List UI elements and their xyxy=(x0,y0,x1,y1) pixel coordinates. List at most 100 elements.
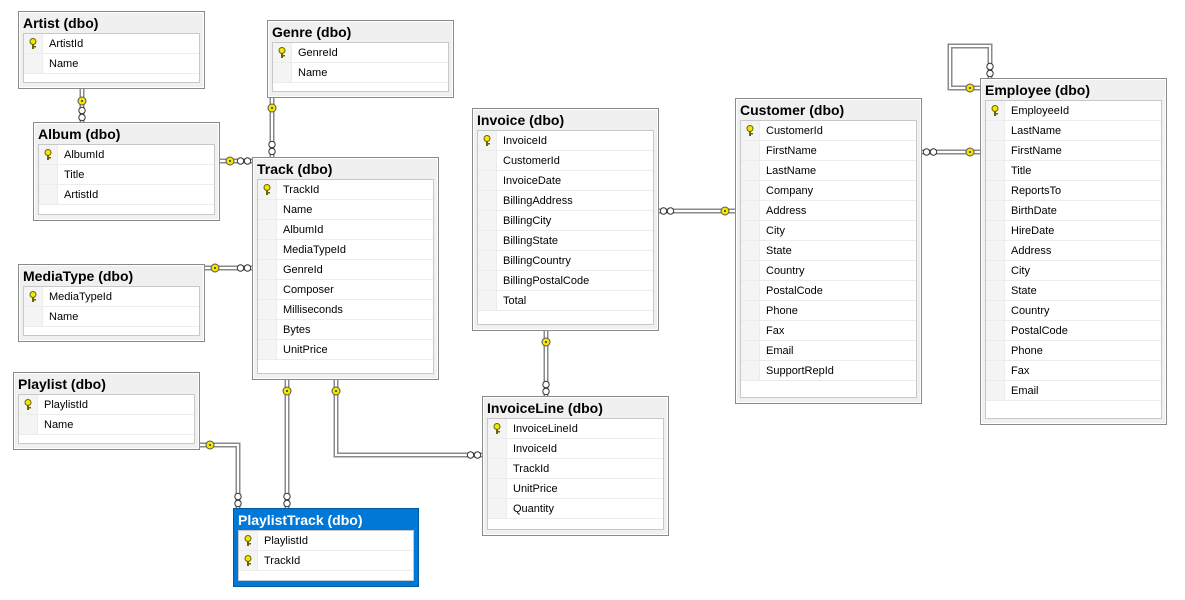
column-row[interactable]: State xyxy=(741,241,916,261)
column-row[interactable]: PlaylistId xyxy=(19,395,194,415)
column-row[interactable]: Title xyxy=(39,165,214,185)
column-row[interactable]: Email xyxy=(986,381,1161,401)
column-row[interactable]: GenreId xyxy=(273,43,448,63)
table-track[interactable]: Track (dbo) TrackId Name AlbumId MediaTypeId… xyxy=(252,157,439,380)
primary-key-icon xyxy=(24,287,43,306)
column-row[interactable]: UnitPrice xyxy=(488,479,663,499)
column-row[interactable]: PostalCode xyxy=(986,321,1161,341)
column-row[interactable]: Phone xyxy=(986,341,1161,361)
column-row[interactable]: Milliseconds xyxy=(258,300,433,320)
column-row[interactable]: BirthDate xyxy=(986,201,1161,221)
column-row[interactable]: InvoiceLineId xyxy=(488,419,663,439)
column-row[interactable]: CustomerId xyxy=(478,151,653,171)
table-album[interactable]: Album (dbo) AlbumId Title ArtistId xyxy=(33,122,220,221)
column-row[interactable]: Name xyxy=(24,54,199,74)
table-title[interactable]: Track (dbo) xyxy=(253,158,438,178)
column-name: Phone xyxy=(766,304,798,317)
column-name: BillingState xyxy=(503,234,559,247)
column-row[interactable]: Composer xyxy=(258,280,433,300)
column-row[interactable]: State xyxy=(986,281,1161,301)
table-title[interactable]: Genre (dbo) xyxy=(268,21,453,41)
table-title[interactable]: PlaylistTrack (dbo) xyxy=(234,509,418,529)
column-row[interactable]: BillingAddress xyxy=(478,191,653,211)
column-row[interactable]: Country xyxy=(741,261,916,281)
column-row[interactable]: Name xyxy=(19,415,194,435)
column-row[interactable]: PostalCode xyxy=(741,281,916,301)
table-invoiceline[interactable]: InvoiceLine (dbo) InvoiceLineId InvoiceId T… xyxy=(482,396,669,536)
column-row[interactable]: Address xyxy=(986,241,1161,261)
column-row[interactable]: GenreId xyxy=(258,260,433,280)
column-row[interactable]: LastName xyxy=(986,121,1161,141)
column-row[interactable]: FirstName xyxy=(741,141,916,161)
column-row[interactable]: InvoiceId xyxy=(488,439,663,459)
row-selector xyxy=(741,261,760,280)
column-row[interactable]: Name xyxy=(258,200,433,220)
column-row[interactable]: Total xyxy=(478,291,653,311)
table-employee[interactable]: Employee (dbo) EmployeeId LastName FirstNam… xyxy=(980,78,1167,425)
column-row[interactable]: ArtistId xyxy=(24,34,199,54)
column-row[interactable]: Company xyxy=(741,181,916,201)
column-row[interactable]: Title xyxy=(986,161,1161,181)
column-row[interactable]: Name xyxy=(24,307,199,327)
column-row[interactable]: Fax xyxy=(741,321,916,341)
column-row[interactable]: TrackId xyxy=(239,551,413,571)
row-selector xyxy=(258,220,277,239)
column-row[interactable]: City xyxy=(741,221,916,241)
column-row[interactable]: BillingCity xyxy=(478,211,653,231)
column-row[interactable]: Email xyxy=(741,341,916,361)
table-title[interactable]: Customer (dbo) xyxy=(736,99,921,119)
table-title[interactable]: Playlist (dbo) xyxy=(14,373,199,393)
row-selector xyxy=(478,211,497,230)
column-row[interactable]: Address xyxy=(741,201,916,221)
column-name: Name xyxy=(49,310,79,323)
column-row[interactable]: Name xyxy=(273,63,448,83)
column-row[interactable]: Phone xyxy=(741,301,916,321)
column-name: SupportRepId xyxy=(766,364,834,377)
column-row[interactable]: Bytes xyxy=(258,320,433,340)
column-row[interactable]: BillingCountry xyxy=(478,251,653,271)
column-row[interactable]: City xyxy=(986,261,1161,281)
column-row[interactable]: AlbumId xyxy=(39,145,214,165)
column-row[interactable]: PlaylistId xyxy=(239,531,413,551)
column-row[interactable]: EmployeeId xyxy=(986,101,1161,121)
table-title[interactable]: Artist (dbo) xyxy=(19,12,204,32)
table-title[interactable]: Album (dbo) xyxy=(34,123,219,143)
column-row[interactable]: Fax xyxy=(986,361,1161,381)
column-row[interactable]: CustomerId xyxy=(741,121,916,141)
table-title[interactable]: InvoiceLine (dbo) xyxy=(483,397,668,417)
table-invoice[interactable]: Invoice (dbo) InvoiceId CustomerId InvoiceD… xyxy=(472,108,659,331)
column-row[interactable]: LastName xyxy=(741,161,916,181)
column-row[interactable]: InvoiceDate xyxy=(478,171,653,191)
table-title[interactable]: Invoice (dbo) xyxy=(473,109,658,129)
relationship-track-invoiceline[interactable] xyxy=(333,380,482,458)
row-selector xyxy=(741,301,760,320)
table-genre[interactable]: Genre (dbo) GenreId Name xyxy=(267,20,454,98)
table-title[interactable]: MediaType (dbo) xyxy=(19,265,204,285)
table-customer[interactable]: Customer (dbo) CustomerId FirstName LastNam… xyxy=(735,98,922,404)
column-row[interactable]: SupportRepId xyxy=(741,361,916,381)
column-row[interactable]: FirstName xyxy=(986,141,1161,161)
column-row[interactable]: HireDate xyxy=(986,221,1161,241)
column-row[interactable]: Country xyxy=(986,301,1161,321)
column-row[interactable]: BillingPostalCode xyxy=(478,271,653,291)
table-playlisttrack[interactable]: PlaylistTrack (dbo) PlaylistId TrackId xyxy=(233,508,419,587)
column-row[interactable]: MediaTypeId xyxy=(258,240,433,260)
column-row[interactable]: AlbumId xyxy=(258,220,433,240)
row-selector xyxy=(258,260,277,279)
table-title[interactable]: Employee (dbo) xyxy=(981,79,1166,99)
column-row[interactable]: Quantity xyxy=(488,499,663,519)
column-row[interactable]: BillingState xyxy=(478,231,653,251)
relationship-playlist-playlisttrack[interactable] xyxy=(200,442,241,508)
column-row[interactable]: UnitPrice xyxy=(258,340,433,360)
column-list: GenreId Name xyxy=(272,42,449,92)
table-mediatype[interactable]: MediaType (dbo) MediaTypeId Name xyxy=(18,264,205,342)
column-row[interactable]: TrackId xyxy=(258,180,433,200)
table-playlist[interactable]: Playlist (dbo) PlaylistId Name xyxy=(13,372,200,450)
column-row[interactable]: MediaTypeId xyxy=(24,287,199,307)
column-row[interactable]: ReportsTo xyxy=(986,181,1161,201)
column-row[interactable]: TrackId xyxy=(488,459,663,479)
row-selector xyxy=(986,221,1005,240)
column-row[interactable]: ArtistId xyxy=(39,185,214,205)
table-artist[interactable]: Artist (dbo) ArtistId Name xyxy=(18,11,205,89)
column-row[interactable]: InvoiceId xyxy=(478,131,653,151)
